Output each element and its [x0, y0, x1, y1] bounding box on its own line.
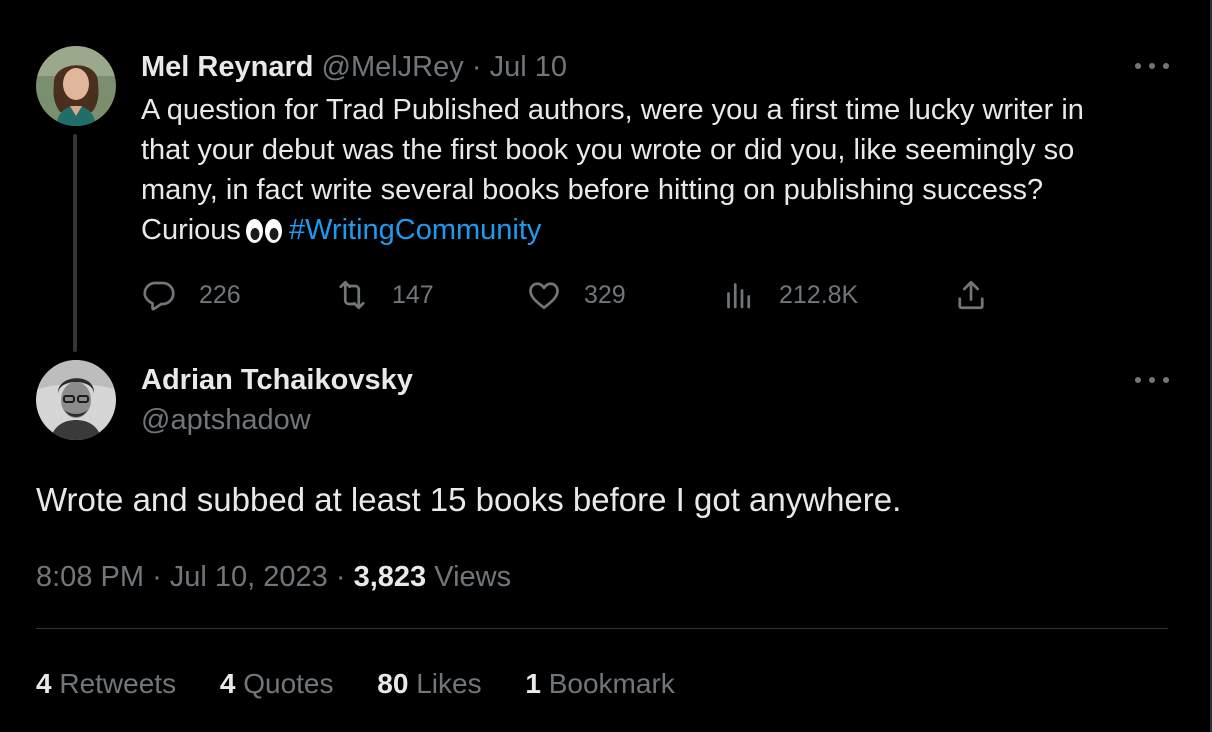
reply-count: 226	[199, 280, 241, 309]
man-portrait-icon	[36, 360, 116, 440]
likes-stat[interactable]: 80 Likes	[377, 668, 481, 699]
meta-separator: ·	[152, 561, 162, 593]
views-count: 3,823	[353, 561, 427, 593]
author-handle[interactable]: @MelJRey	[322, 51, 464, 83]
tweet-meta: 8:08 PM · Jul 10, 2023 · 3,823 Views	[36, 557, 511, 597]
bookmarks-label: Bookmark	[548, 668, 675, 699]
tweet-date[interactable]: Jul 10, 2023	[170, 561, 328, 593]
reply-button[interactable]: 226	[141, 275, 241, 315]
tweet-text: A question for Trad Published authors, w…	[141, 90, 1171, 256]
retweets-label: Retweets	[59, 668, 177, 699]
eyes-emoji-icon	[245, 216, 283, 256]
engagement-stats: 4 Retweets 4 Quotes 80 Likes 1 Bookmark	[36, 664, 711, 704]
more-options-icon[interactable]	[1135, 375, 1169, 385]
likes-label: Likes	[416, 668, 482, 699]
bookmarks-stat[interactable]: 1 Bookmark	[525, 668, 674, 699]
thread-connector-line	[73, 134, 77, 352]
quotes-count: 4	[219, 668, 236, 699]
divider	[36, 628, 1168, 629]
like-count: 329	[584, 280, 626, 309]
views-chart-icon	[727, 283, 751, 309]
share-button[interactable]	[953, 275, 989, 315]
header-separator: ·	[471, 51, 482, 83]
likes-count: 80	[377, 668, 409, 699]
views-button[interactable]: 212.8K	[721, 275, 858, 315]
retweet-count: 147	[392, 280, 434, 309]
reply-icon	[143, 281, 175, 311]
quotes-label: Quotes	[243, 668, 334, 699]
quotes-stat[interactable]: 4 Quotes	[220, 668, 334, 699]
tweet-text-line: many, in fact write several books before…	[141, 174, 1044, 206]
bookmarks-count: 1	[525, 668, 541, 699]
tweet-text-prefix: Curious	[141, 214, 241, 246]
author-handle[interactable]: @aptshadow	[141, 400, 311, 440]
hashtag-link[interactable]: #WritingCommunity	[289, 214, 541, 246]
more-options-icon[interactable]	[1135, 61, 1169, 71]
share-icon	[958, 280, 984, 310]
tweet-date[interactable]: Jul 10	[490, 51, 567, 83]
retweets-stat[interactable]: 4 Retweets	[36, 668, 176, 699]
parent-tweet[interactable]: Mel Reynard @MelJRey · Jul 10 A question…	[0, 0, 1212, 360]
avatar[interactable]	[36, 46, 116, 126]
retweet-button[interactable]: 147	[334, 275, 434, 315]
tweet-actions: 226 147 329 212.8K	[141, 275, 1041, 315]
views-label: Views	[434, 561, 512, 593]
like-button[interactable]: 329	[526, 275, 626, 315]
retweets-count: 4	[36, 668, 52, 699]
retweet-icon	[339, 280, 365, 310]
views-count: 212.8K	[779, 280, 859, 309]
meta-separator: ·	[335, 561, 346, 593]
tweet-time[interactable]: 8:08 PM	[36, 561, 144, 593]
woman-portrait-icon	[36, 46, 116, 126]
avatar[interactable]	[36, 360, 116, 440]
heart-icon	[529, 282, 559, 310]
tweet-text-line: that your debut was the first book you w…	[141, 134, 1075, 166]
tweet-text-line-last: Curious #WritingCommunity	[141, 210, 1171, 256]
reply-text: Wrote and subbed at least 15 books befor…	[36, 481, 902, 518]
tweet-text-line: A question for Trad Published authors, w…	[141, 94, 1084, 126]
tweet-header: Mel Reynard @MelJRey · Jul 10	[141, 47, 567, 87]
author-name[interactable]: Mel Reynard	[141, 51, 313, 83]
author-name[interactable]: Adrian Tchaikovsky	[141, 360, 413, 400]
